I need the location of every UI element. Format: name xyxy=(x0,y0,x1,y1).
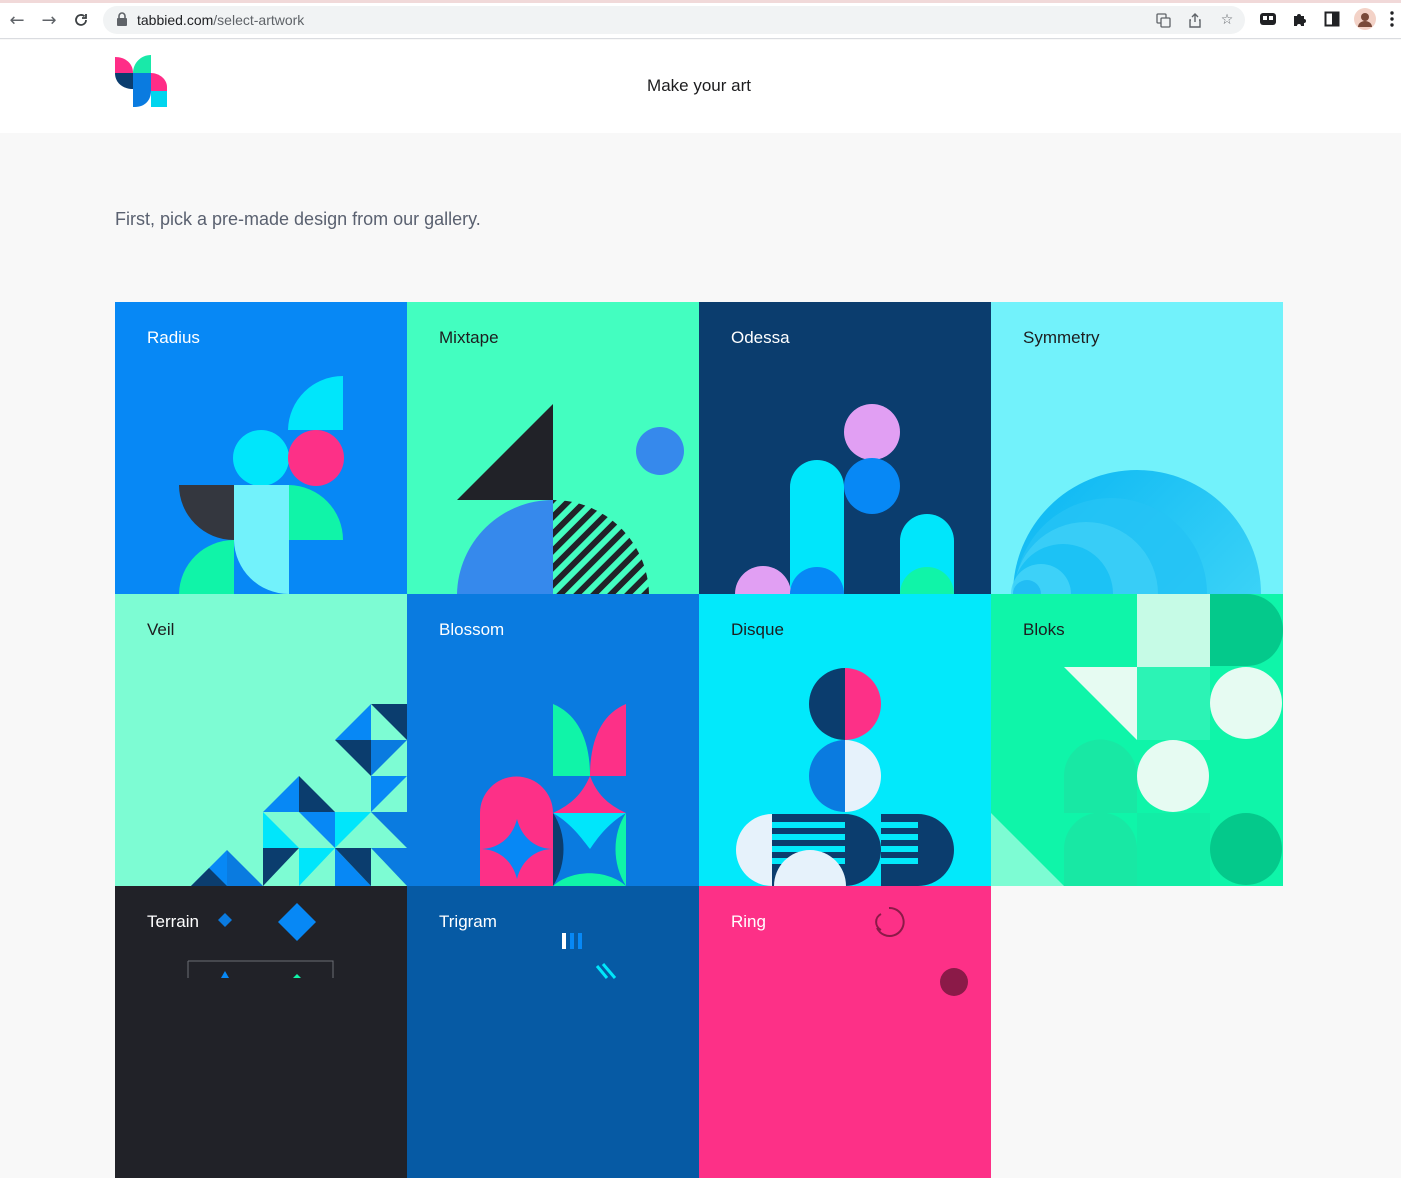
artwork-tile-disque[interactable]: Disque xyxy=(699,594,991,886)
forward-arrow-icon[interactable]: → xyxy=(38,9,60,31)
address-bar[interactable]: tabbied.com/select-artwork ☆ xyxy=(103,6,1245,34)
kebab-menu-icon[interactable] xyxy=(1387,10,1397,28)
back-arrow-icon[interactable]: ← xyxy=(6,9,28,31)
artwork-title: Disque xyxy=(731,620,784,639)
side-panel-icon[interactable] xyxy=(1323,10,1341,28)
artwork-tile-trigram[interactable]: Trigram xyxy=(407,886,699,1178)
site-header: Make your art xyxy=(0,40,1401,133)
artwork-tile-symmetry[interactable]: Symmetry xyxy=(991,302,1283,594)
artwork-tile-ring[interactable]: Ring xyxy=(699,886,991,1178)
extension-icon[interactable] xyxy=(1259,10,1277,28)
artwork-tile-mixtape[interactable]: Mixtape xyxy=(407,302,699,594)
profile-avatar-icon[interactable] xyxy=(1354,8,1376,30)
artwork-tile-bloks[interactable]: Bloks xyxy=(991,594,1283,886)
url-text[interactable]: tabbied.com/select-artwork xyxy=(137,12,304,28)
artwork-tile-veil[interactable]: Veil xyxy=(115,594,407,886)
artwork-tile-terrain[interactable]: Terrain xyxy=(115,886,407,1178)
artwork-title: Odessa xyxy=(731,328,790,347)
artwork-title: Symmetry xyxy=(1023,328,1100,347)
intro-text: First, pick a pre-made design from our g… xyxy=(115,209,481,229)
share-icon[interactable] xyxy=(1187,12,1203,28)
reload-icon[interactable] xyxy=(70,9,92,31)
url-path: /select-artwork xyxy=(213,12,305,28)
artwork-title: Mixtape xyxy=(439,328,499,347)
artwork-title: Blossom xyxy=(439,620,505,639)
artwork-tile-blossom[interactable]: Blossom xyxy=(407,594,699,886)
bookmark-star-icon[interactable]: ☆ xyxy=(1219,12,1235,28)
artwork-tile-odessa[interactable]: Odessa xyxy=(699,302,991,594)
artwork-title: Bloks xyxy=(1023,620,1065,639)
artwork-title: Veil xyxy=(147,620,175,639)
artwork-tile-radius[interactable]: Radius xyxy=(115,302,407,594)
lock-icon[interactable] xyxy=(116,12,128,26)
artwork-title: Trigram xyxy=(439,912,497,931)
page-title: Make your art xyxy=(647,76,751,95)
puzzle-icon[interactable] xyxy=(1291,10,1309,28)
translate-icon[interactable] xyxy=(1155,12,1171,28)
artwork-title: Terrain xyxy=(147,912,199,931)
tab-strip-edge xyxy=(0,0,1401,3)
artwork-title: Ring xyxy=(731,912,766,931)
url-domain: tabbied.com xyxy=(137,12,214,28)
artwork-title: Radius xyxy=(147,328,200,347)
browser-toolbar: ← → tabbied.com/select-artwork ☆ xyxy=(0,0,1401,39)
